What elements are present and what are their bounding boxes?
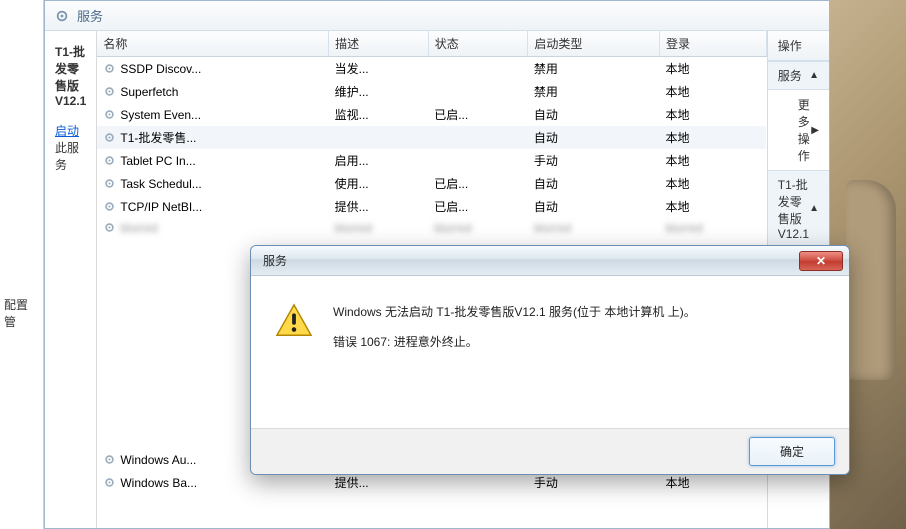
start-service-line: 启动此服务 — [55, 122, 86, 173]
cell-startup: blurred — [528, 218, 660, 238]
cell-startup: 自动 — [528, 172, 660, 195]
cell-desc: 提供... — [329, 195, 429, 218]
service-gear-icon — [103, 453, 116, 466]
actions-header: 操作 — [768, 31, 829, 61]
cell-status — [428, 149, 528, 172]
ok-button[interactable]: 确定 — [749, 437, 835, 466]
actions-group-label: 服务 — [778, 67, 802, 84]
dialog-titlebar[interactable]: 服务 ✕ — [251, 246, 849, 276]
cell-status: blurred — [428, 218, 528, 238]
start-service-link[interactable]: 启动 — [55, 124, 79, 138]
cell-name: Superfetch — [97, 80, 328, 103]
cell-desc — [329, 126, 429, 149]
table-row[interactable]: System Even...监视...已启...自动本地 — [97, 103, 766, 126]
service-detail-pane: T1-批发零售版V12.1 启动此服务 — [45, 31, 97, 528]
table-row[interactable]: Tablet PC In...启用... 手动本地 — [97, 149, 766, 172]
col-desc[interactable]: 描述 — [329, 31, 429, 57]
cell-logon: 本地 — [659, 80, 766, 103]
cell-logon: 本地 — [659, 57, 766, 81]
actions-group-label: T1-批发零售版V12.1 — [778, 176, 809, 241]
cell-status: 已启... — [428, 195, 528, 218]
table-row[interactable]: SSDP Discov...当发... 禁用本地 — [97, 57, 766, 81]
action-more-1[interactable]: 更多操作 ▶ — [768, 90, 829, 170]
warning-icon — [275, 302, 313, 340]
cell-startup: 自动 — [528, 126, 660, 149]
cell-status: 已启... — [428, 103, 528, 126]
service-gear-icon — [103, 62, 116, 75]
cell-logon: 本地 — [659, 126, 766, 149]
selected-service-name: T1-批发零售版V12.1 — [55, 43, 86, 108]
cell-desc: 维护... — [329, 80, 429, 103]
table-row[interactable]: blurredblurredblurredblurredblurred — [97, 218, 766, 238]
cell-status — [428, 80, 528, 103]
cell-name: T1-批发零售... — [97, 126, 328, 149]
action-label: 更多操作 — [798, 96, 812, 164]
cell-startup: 自动 — [528, 103, 660, 126]
services-header: 服务 — [45, 1, 829, 31]
service-gear-icon — [103, 154, 116, 167]
service-gear-icon — [103, 476, 116, 489]
service-gear-icon — [103, 108, 116, 121]
cell-startup: 禁用 — [528, 80, 660, 103]
actions-group-services[interactable]: 服务 ▲ — [768, 61, 829, 90]
cell-startup: 手动 — [528, 149, 660, 172]
cell-status: 已启... — [428, 172, 528, 195]
dialog-body: Windows 无法启动 T1-批发零售版V12.1 服务(位于 本地计算机 上… — [251, 276, 849, 363]
cell-logon: blurred — [659, 218, 766, 238]
cell-name: Task Schedul... — [97, 172, 328, 195]
actions-group-selected[interactable]: T1-批发零售版V12.1 ▲ — [768, 170, 829, 247]
cell-desc: blurred — [329, 218, 429, 238]
col-name[interactable]: 名称 — [97, 31, 328, 57]
cell-logon: 本地 — [659, 149, 766, 172]
collapse-icon: ▲ — [809, 203, 819, 214]
dialog-line2: 错误 1067: 进程意外终止。 — [333, 332, 696, 354]
cell-name: System Even... — [97, 103, 328, 126]
dialog-footer: 确定 — [251, 428, 849, 474]
dialog-title: 服务 — [263, 252, 287, 269]
col-startup[interactable]: 启动类型 — [528, 31, 660, 57]
panel-title: 服务 — [77, 6, 103, 25]
cell-desc: 启用... — [329, 149, 429, 172]
dialog-message: Windows 无法启动 T1-批发零售版V12.1 服务(位于 本地计算机 上… — [333, 302, 696, 353]
table-row[interactable]: Task Schedul...使用...已启...自动本地 — [97, 172, 766, 195]
mmc-tree-column: 配置管 — [0, 0, 44, 529]
cell-logon: 本地 — [659, 195, 766, 218]
col-status[interactable]: 状态 — [428, 31, 528, 57]
cell-name: Tablet PC In... — [97, 149, 328, 172]
gear-icon — [55, 9, 69, 23]
submenu-icon: ▶ — [811, 125, 819, 136]
table-row[interactable]: Superfetch维护... 禁用本地 — [97, 80, 766, 103]
cell-desc: 当发... — [329, 57, 429, 81]
dialog-line1: Windows 无法启动 T1-批发零售版V12.1 服务(位于 本地计算机 上… — [333, 302, 696, 324]
service-gear-icon — [103, 177, 116, 190]
wallpaper-decor — [846, 180, 896, 380]
cell-logon: 本地 — [659, 103, 766, 126]
cell-desc: 监视... — [329, 103, 429, 126]
cell-startup: 禁用 — [528, 57, 660, 81]
col-logon[interactable]: 登录 — [659, 31, 766, 57]
close-button[interactable]: ✕ — [799, 251, 843, 271]
start-service-suffix: 此服务 — [55, 141, 79, 172]
table-header-row[interactable]: 名称 描述 状态 启动类型 登录 — [97, 31, 766, 57]
cell-name: SSDP Discov... — [97, 57, 328, 81]
cell-status — [428, 57, 528, 81]
service-gear-icon — [103, 221, 116, 234]
service-gear-icon — [103, 85, 116, 98]
service-gear-icon — [103, 131, 116, 144]
table-row[interactable]: TCP/IP NetBI...提供...已启...自动本地 — [97, 195, 766, 218]
collapse-icon: ▲ — [809, 70, 819, 81]
close-icon: ✕ — [816, 254, 826, 268]
service-gear-icon — [103, 200, 116, 213]
cell-desc: 使用... — [329, 172, 429, 195]
table-row[interactable]: T1-批发零售... 自动本地 — [97, 126, 766, 149]
tree-node-label[interactable]: 配置管 — [4, 296, 39, 330]
cell-startup: 自动 — [528, 195, 660, 218]
cell-name: TCP/IP NetBI... — [97, 195, 328, 218]
cell-logon: 本地 — [659, 172, 766, 195]
error-dialog: 服务 ✕ Windows 无法启动 T1-批发零售版V12.1 服务(位于 本地… — [250, 245, 850, 475]
cell-name: blurred — [97, 218, 328, 238]
cell-status — [428, 126, 528, 149]
